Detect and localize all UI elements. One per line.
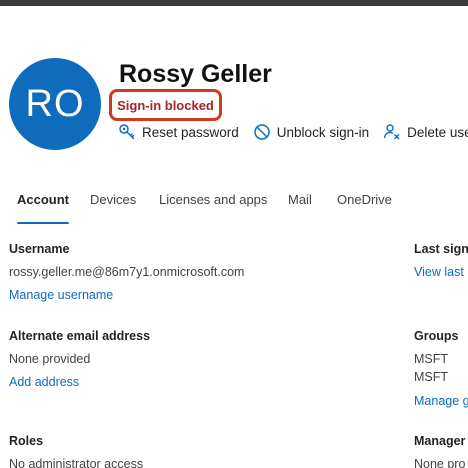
roles-value: No administrator access	[9, 457, 144, 468]
group-item: MSFT	[414, 370, 449, 384]
tab-licenses-and-apps[interactable]: Licenses and apps	[159, 192, 267, 226]
avatar-initials: RO	[25, 82, 85, 125]
key-icon	[118, 123, 136, 141]
manage-groups-link[interactable]: Manage g	[414, 394, 468, 408]
tab-onedrive[interactable]: OneDrive	[337, 192, 392, 226]
username-value: rossy.geller.me@86m7y1.onmicrosoft.com	[9, 265, 245, 279]
user-actions-toolbar: Reset password Unblock sign-in Delete us…	[118, 123, 468, 141]
manager-label: Manager	[414, 434, 466, 448]
manager-value: None pro	[414, 457, 466, 468]
delete-user-icon	[383, 123, 401, 141]
reset-password-label: Reset password	[142, 124, 239, 140]
status-badge-label: Sign-in blocked	[117, 97, 214, 113]
last-sign-in-label: Last sign-	[414, 242, 468, 256]
unblock-sign-in-button[interactable]: Unblock sign-in	[253, 123, 369, 141]
groups-label: Groups	[414, 329, 459, 343]
user-display-name: Rossy Geller	[119, 60, 272, 88]
blocked-circle-icon	[253, 123, 271, 141]
alternate-email-label: Alternate email address	[9, 329, 151, 343]
username-label: Username	[9, 242, 70, 256]
roles-label: Roles	[9, 434, 44, 448]
avatar: RO	[9, 58, 101, 150]
add-address-link[interactable]: Add address	[9, 375, 79, 389]
group-item: MSFT	[414, 352, 449, 366]
delete-user-label: Delete user	[407, 124, 468, 140]
tab-account[interactable]: Account	[17, 192, 69, 226]
reset-password-button[interactable]: Reset password	[118, 123, 239, 141]
delete-user-button[interactable]: Delete user	[383, 123, 468, 141]
user-details-panel: RO Rossy Geller Sign-in blocked Reset pa…	[0, 6, 468, 468]
alternate-email-value: None provided	[9, 352, 91, 366]
tab-mail[interactable]: Mail	[288, 192, 312, 226]
user-tabs: Account Devices Licenses and apps Mail O…	[0, 192, 468, 228]
view-last-sign-in-link[interactable]: View last	[414, 265, 464, 279]
status-badge: Sign-in blocked	[109, 89, 222, 121]
tab-devices[interactable]: Devices	[90, 192, 136, 226]
manage-username-link[interactable]: Manage username	[9, 288, 113, 302]
unblock-sign-in-label: Unblock sign-in	[276, 124, 370, 140]
